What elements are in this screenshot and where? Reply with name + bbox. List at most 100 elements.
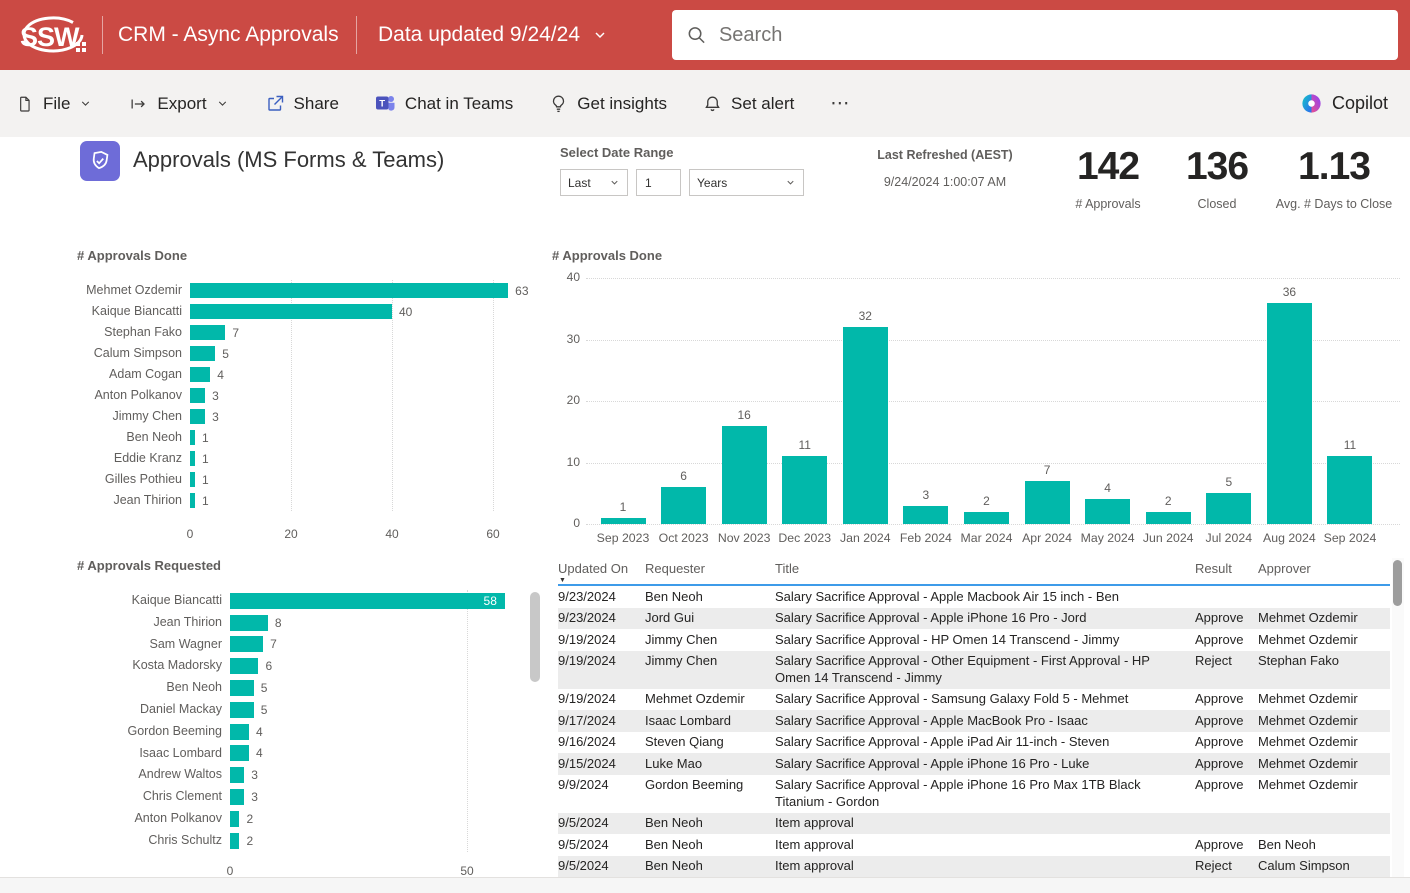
category-label: Eddie Kranz [60,451,182,465]
category-label: Ben Neoh [60,680,222,694]
chart-approvals-done-by-person: # Approvals Done 0204060Mehmet Ozdemir63… [60,246,538,552]
data-bar[interactable] [190,493,195,508]
chart-title: # Approvals Done [552,248,662,263]
data-bar[interactable] [964,512,1009,524]
table-cell: Salary Sacrifice Approval - Samsung Gala… [775,689,1195,711]
date-range-period-select[interactable]: Last [560,169,628,196]
category-label: Jimmy Chen [60,409,182,423]
export-menu-button[interactable]: Export [128,94,228,114]
data-bar[interactable] [230,767,244,783]
data-bar[interactable] [230,593,505,609]
data-bar[interactable] [1146,512,1191,524]
chart-approvals-requested-by-person: # Approvals Requested 050Kaique Biancatt… [60,556,538,876]
data-updated-dropdown[interactable]: Data updated 9/24/24 [378,0,608,70]
data-bar[interactable] [782,456,827,524]
column-header-approver[interactable]: Approver [1258,561,1388,576]
data-bar[interactable] [1327,456,1372,524]
y-axis-tick-label: 20 [552,393,580,407]
chart-scrollbar-thumb[interactable] [530,592,540,682]
table-row[interactable]: 9/19/2024Jimmy ChenSalary Sacrifice Appr… [558,629,1390,651]
data-label: 16 [714,408,774,422]
data-bar[interactable] [230,658,258,674]
share-button[interactable]: Share [265,94,339,114]
x-axis-tick-label: 60 [473,527,513,541]
table-row[interactable]: 9/23/2024Ben NeohSalary Sacrifice Approv… [558,586,1390,608]
set-alert-button[interactable]: Set alert [703,94,794,114]
data-bar[interactable] [601,518,646,524]
chat-in-teams-button[interactable]: T Chat in Teams [375,93,513,114]
data-bar[interactable] [1025,481,1070,524]
table-row[interactable]: 9/19/2024Jimmy ChenSalary Sacrifice Appr… [558,651,1390,689]
category-label: Kaique Biancatti [60,304,182,318]
table-row[interactable]: 9/17/2024Isaac LombardSalary Sacrifice A… [558,710,1390,732]
table-scrollbar-thumb[interactable] [1393,560,1402,606]
data-label: 5 [261,681,268,695]
data-bar[interactable] [843,327,888,524]
x-axis-tick-label: 0 [170,527,210,541]
data-bar[interactable] [1267,303,1312,524]
file-menu-button[interactable]: File [16,94,92,114]
data-bar[interactable] [230,811,239,827]
data-bar[interactable] [230,745,249,761]
table-row[interactable]: 9/16/2024Steven QiangSalary Sacrifice Ap… [558,732,1390,754]
table-row[interactable]: 9/15/2024Luke MaoSalary Sacrifice Approv… [558,753,1390,775]
kpi-closed[interactable]: 136 Closed [1167,145,1267,211]
data-bar[interactable] [190,388,205,403]
get-insights-button[interactable]: Get insights [549,93,667,114]
date-range-label: Select Date Range [560,145,673,160]
column-header-updated-on[interactable]: Updated On▼ [558,561,645,576]
data-bar[interactable] [190,283,508,298]
search-input[interactable] [719,24,1384,47]
data-bar[interactable] [190,472,195,487]
ssw-logo-squares [76,42,86,52]
data-bar[interactable] [230,789,244,805]
data-bar[interactable] [1085,499,1130,524]
data-bar[interactable] [230,680,254,696]
table-row[interactable]: 9/5/2024Ben NeohItem approvalRejectCalum… [558,856,1390,878]
data-label: 3 [251,790,258,804]
date-range-number-input[interactable] [636,169,681,196]
kpi-approvals[interactable]: 142 # Approvals [1053,145,1163,211]
bar-row: Adam Cogan4 [60,364,538,385]
data-bar[interactable] [230,636,263,652]
data-bar[interactable] [722,426,767,524]
more-options-button[interactable]: ⋯ [830,92,851,115]
data-bar[interactable] [190,430,195,445]
column-header-title[interactable]: Title [775,561,1195,576]
y-axis-tick-label: 30 [552,332,580,346]
table-row[interactable]: 9/19/2024Mehmet OzdemirSalary Sacrifice … [558,689,1390,711]
data-bar[interactable] [190,451,195,466]
kpi-avg-days-to-close[interactable]: 1.13 Avg. # Days to Close [1264,145,1404,211]
data-label: 6 [654,469,714,483]
table-cell: Mehmet Ozdemir [1258,689,1388,711]
data-bar[interactable] [190,304,392,319]
date-range-unit-select[interactable]: Years [689,169,804,196]
copilot-button[interactable]: Copilot [1300,92,1388,115]
bell-icon [703,94,722,114]
data-bar[interactable] [190,409,205,424]
data-bar[interactable] [230,615,268,631]
table-cell: Approve [1195,753,1258,775]
ssw-logo[interactable]: SSW [12,10,90,60]
data-bar[interactable] [190,325,225,340]
table-row[interactable]: 9/23/2024Jord GuiSalary Sacrifice Approv… [558,608,1390,630]
horizontal-scrollbar[interactable] [0,877,1410,893]
table-cell: Reject [1195,651,1258,689]
data-bar[interactable] [190,367,210,382]
x-axis-tick-label: 50 [447,864,487,878]
data-bar[interactable] [661,487,706,524]
table-row[interactable]: 9/5/2024Ben NeohItem approval [558,813,1390,835]
data-bar[interactable] [903,506,948,524]
data-bar[interactable] [230,724,249,740]
table-row[interactable]: 9/5/2024Ben NeohItem approvalApproveBen … [558,834,1390,856]
column-header-result[interactable]: Result [1195,561,1258,576]
category-label: Chris Schultz [60,833,222,847]
data-bar[interactable] [190,346,215,361]
data-bar[interactable] [230,833,239,849]
data-bar[interactable] [1206,493,1251,524]
data-bar[interactable] [230,702,254,718]
table-row[interactable]: 9/9/2024Gordon BeemingSalary Sacrifice A… [558,775,1390,813]
column-header-requester[interactable]: Requester [645,561,775,576]
category-label: Anton Polkanov [60,388,182,402]
search-box[interactable] [672,10,1398,60]
